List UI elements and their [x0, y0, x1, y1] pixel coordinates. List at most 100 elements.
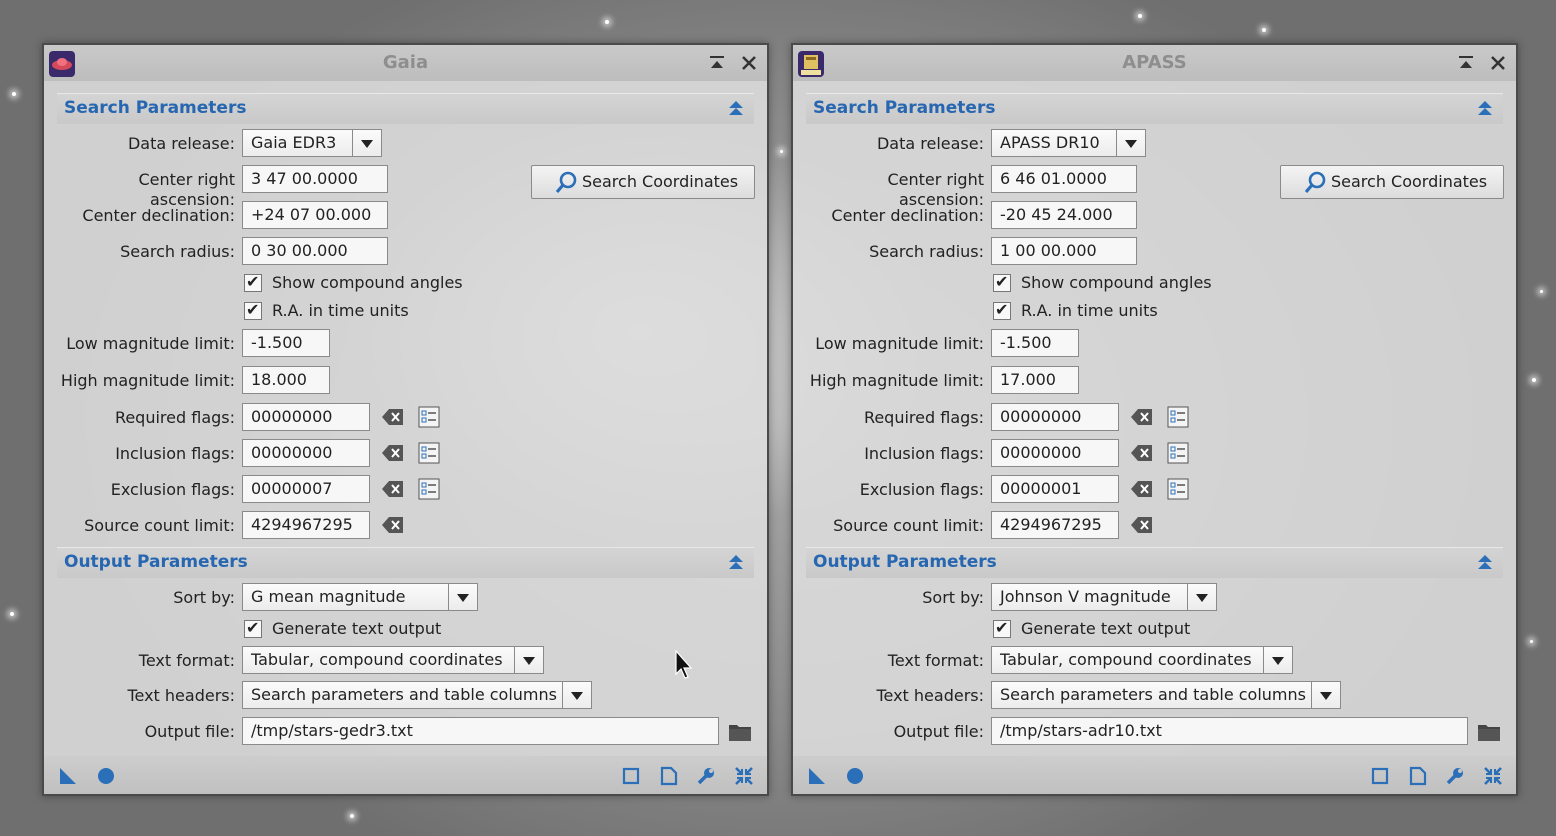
section-title: Output Parameters	[64, 552, 248, 572]
titlebar[interactable]: Gaia	[44, 45, 767, 81]
text-headers-combo[interactable]: Search parameters and table columns	[242, 681, 592, 709]
data-release-combo[interactable]: APASS DR10	[991, 129, 1146, 157]
sort-value: Johnson V magnitude	[1000, 587, 1171, 606]
high-mag-input[interactable]: 18.000	[242, 366, 330, 394]
reset-icon[interactable]	[734, 766, 754, 786]
shade-icon[interactable]	[1456, 53, 1476, 73]
background-star	[1138, 14, 1142, 18]
settings-icon[interactable]	[696, 766, 716, 786]
collapse-icon[interactable]	[726, 552, 746, 572]
ra-time-units-checkbox[interactable]	[244, 300, 262, 320]
chevron-down-icon[interactable]	[514, 647, 543, 673]
edit-flags-icon[interactable]	[418, 478, 440, 500]
sort-label: Sort by:	[922, 588, 984, 607]
edit-flags-icon[interactable]	[1167, 442, 1189, 464]
apply-global-icon[interactable]	[96, 766, 116, 786]
close-icon[interactable]	[739, 53, 759, 73]
required-flags-input[interactable]: 00000000	[991, 403, 1119, 431]
required-flags-input[interactable]: 00000000	[242, 403, 370, 431]
chevron-down-icon[interactable]	[1311, 682, 1340, 708]
collapse-icon[interactable]	[726, 98, 746, 118]
background-star	[1540, 290, 1543, 293]
export-icon[interactable]	[1408, 766, 1428, 786]
low-mag-input[interactable]: -1.500	[991, 329, 1079, 357]
folder-icon[interactable]	[728, 722, 752, 742]
clear-icon[interactable]	[1130, 407, 1154, 427]
search-coordinates-label: Search Coordinates	[582, 172, 739, 191]
new-instance-icon[interactable]	[58, 766, 78, 786]
edit-flags-icon[interactable]	[418, 442, 440, 464]
generate-text-checkbox[interactable]	[993, 618, 1011, 638]
low-mag-input[interactable]: -1.500	[242, 329, 330, 357]
show-compound-angles-checkbox[interactable]	[993, 272, 1011, 292]
ra-time-units-checkbox[interactable]	[993, 300, 1011, 320]
dec-input[interactable]: -20 45 24.000	[991, 201, 1137, 229]
clear-icon[interactable]	[381, 407, 405, 427]
preview-icon[interactable]	[1370, 766, 1390, 786]
radius-input[interactable]: 0 30 00.000	[242, 237, 388, 265]
search-coordinates-button[interactable]: Search Coordinates	[1280, 165, 1504, 199]
dec-label: Center declination:	[82, 206, 235, 225]
text-headers-combo[interactable]: Search parameters and table columns	[991, 681, 1341, 709]
source-count-input[interactable]: 4294967295	[242, 511, 370, 539]
ra-time-units-label: R.A. in time units	[272, 301, 409, 320]
chevron-down-icon[interactable]	[562, 682, 591, 708]
clear-icon[interactable]	[381, 479, 405, 499]
close-icon[interactable]	[1488, 53, 1508, 73]
clear-icon[interactable]	[1130, 515, 1154, 535]
collapse-icon[interactable]	[1475, 552, 1495, 572]
output-file-input[interactable]: /tmp/stars-adr10.txt	[991, 717, 1468, 745]
low-mag-label: Low magnitude limit:	[66, 334, 235, 353]
inclusion-flags-input[interactable]: 00000000	[242, 439, 370, 467]
apply-global-icon[interactable]	[845, 766, 865, 786]
exclusion-flags-label: Exclusion flags:	[110, 480, 235, 499]
chevron-down-icon[interactable]	[352, 130, 381, 156]
edit-flags-icon[interactable]	[1167, 406, 1189, 428]
export-icon[interactable]	[659, 766, 679, 786]
text-format-combo[interactable]: Tabular, compound coordinates	[991, 646, 1293, 674]
clear-icon[interactable]	[381, 515, 405, 535]
generate-text-checkbox[interactable]	[244, 618, 262, 638]
high-mag-input[interactable]: 17.000	[991, 366, 1079, 394]
chevron-down-icon[interactable]	[1263, 647, 1292, 673]
settings-icon[interactable]	[1445, 766, 1465, 786]
sort-combo[interactable]: G mean magnitude	[242, 583, 478, 611]
chevron-down-icon[interactable]	[1187, 584, 1216, 610]
magnifier-icon	[1304, 171, 1326, 194]
source-count-input[interactable]: 4294967295	[991, 511, 1119, 539]
edit-flags-icon[interactable]	[418, 406, 440, 428]
clear-icon[interactable]	[381, 443, 405, 463]
show-compound-angles-checkbox[interactable]	[244, 272, 262, 292]
output-parameters-section[interactable]: Output Parameters	[806, 547, 1503, 578]
titlebar[interactable]: APASS	[793, 45, 1516, 81]
exclusion-flags-input[interactable]: 00000007	[242, 475, 370, 503]
output-parameters-section[interactable]: Output Parameters	[57, 547, 754, 578]
search-parameters-section[interactable]: Search Parameters	[57, 93, 754, 124]
ra-input[interactable]: 3 47 00.0000	[242, 165, 388, 193]
folder-icon[interactable]	[1477, 722, 1501, 742]
new-instance-icon[interactable]	[807, 766, 827, 786]
exclusion-flags-input[interactable]: 00000001	[991, 475, 1119, 503]
dec-input[interactable]: +24 07 00.000	[242, 201, 388, 229]
edit-flags-icon[interactable]	[1167, 478, 1189, 500]
sort-combo[interactable]: Johnson V magnitude	[991, 583, 1217, 611]
output-file-input[interactable]: /tmp/stars-gedr3.txt	[242, 717, 719, 745]
collapse-icon[interactable]	[1475, 98, 1495, 118]
reset-icon[interactable]	[1483, 766, 1503, 786]
clear-icon[interactable]	[1130, 479, 1154, 499]
show-compound-angles-label: Show compound angles	[272, 273, 463, 292]
text-format-value: Tabular, compound coordinates	[251, 650, 503, 669]
radius-input[interactable]: 1 00 00.000	[991, 237, 1137, 265]
text-headers-label: Text headers:	[127, 686, 235, 705]
shade-icon[interactable]	[707, 53, 727, 73]
search-parameters-section[interactable]: Search Parameters	[806, 93, 1503, 124]
preview-icon[interactable]	[621, 766, 641, 786]
search-coordinates-button[interactable]: Search Coordinates	[531, 165, 755, 199]
ra-input[interactable]: 6 46 01.0000	[991, 165, 1137, 193]
text-format-combo[interactable]: Tabular, compound coordinates	[242, 646, 544, 674]
chevron-down-icon[interactable]	[448, 584, 477, 610]
inclusion-flags-input[interactable]: 00000000	[991, 439, 1119, 467]
clear-icon[interactable]	[1130, 443, 1154, 463]
chevron-down-icon[interactable]	[1116, 130, 1145, 156]
data-release-combo[interactable]: Gaia EDR3	[242, 129, 382, 157]
